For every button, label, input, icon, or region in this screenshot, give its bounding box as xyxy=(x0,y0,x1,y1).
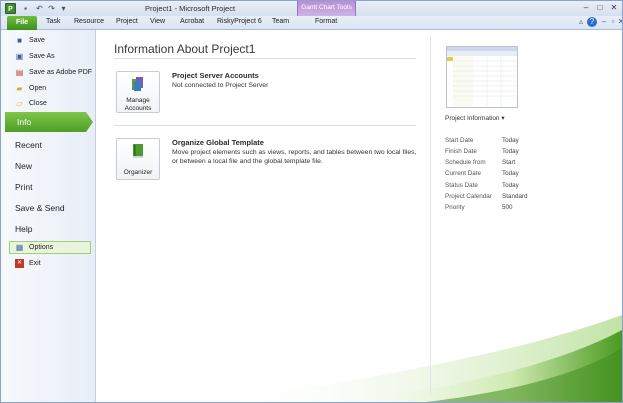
tab-resource[interactable]: Resource xyxy=(74,18,104,25)
window-title: Project1 - Microsoft Project xyxy=(145,4,236,13)
info-pane: Information About Project1 Manage Accoun… xyxy=(96,30,622,402)
redo-icon[interactable]: ↷ xyxy=(46,3,57,14)
prop-value-finish-date[interactable]: Today xyxy=(502,148,519,155)
tab-format[interactable]: Format xyxy=(315,18,337,25)
prop-label-project-calendar: Project Calendar xyxy=(445,193,492,200)
minimize-ribbon-icon[interactable]: ▵ xyxy=(576,17,586,27)
undo-icon[interactable]: ↶ xyxy=(34,3,45,14)
nav-tab-print[interactable]: Print xyxy=(15,182,32,192)
exit-icon: ✕ xyxy=(15,259,24,268)
title-divider xyxy=(114,58,416,59)
exit-command-label: Exit xyxy=(29,260,41,267)
save-as-pdf-label: Save as Adobe PDF xyxy=(29,69,93,76)
open-folder-icon: ▰ xyxy=(16,84,23,93)
prop-label-current-date: Current Date xyxy=(445,170,482,177)
options-command[interactable]: ▦ Options xyxy=(15,241,93,255)
options-icon: ▦ xyxy=(15,243,24,252)
nav-tab-info[interactable]: Info xyxy=(5,112,93,132)
close-command[interactable]: ▱ Close xyxy=(15,97,93,111)
gantt-preview-image xyxy=(447,47,517,107)
organizer-icon xyxy=(133,144,143,158)
manage-accounts-button[interactable]: Manage Accounts xyxy=(116,71,160,113)
prop-value-status-date[interactable]: Today xyxy=(502,182,519,189)
close-window-icon[interactable]: ✕ xyxy=(607,3,621,13)
help-icon[interactable]: ? xyxy=(587,17,597,27)
organizer-label: Organizer xyxy=(123,169,153,176)
customize-toolbar-icon[interactable]: ▾ xyxy=(58,3,69,14)
application-window: P ▪ ↶ ↷ ▾ Project1 - Microsoft Project –… xyxy=(0,0,623,403)
options-command-label: Options xyxy=(29,244,54,251)
project-information-label: Project Information xyxy=(445,115,500,122)
pdf-icon: ▤ xyxy=(15,68,24,77)
prop-label-schedule-from: Schedule from xyxy=(445,159,486,166)
organizer-button[interactable]: Organizer xyxy=(116,138,160,180)
manage-accounts-label: Manage Accounts xyxy=(124,97,152,112)
chevron-down-icon: ▾ xyxy=(501,115,505,122)
close-folder-icon: ▱ xyxy=(16,99,23,108)
tab-file[interactable]: File xyxy=(7,16,37,30)
save-as-pdf-command[interactable]: ▤ Save as Adobe PDF xyxy=(15,66,93,80)
project-information-dropdown[interactable]: Project Information ▾ xyxy=(445,114,505,122)
save-as-icon: ▣ xyxy=(15,52,24,61)
nav-tab-save-send[interactable]: Save & Send xyxy=(15,203,65,213)
accounts-icon xyxy=(132,77,143,91)
tab-task[interactable]: Task xyxy=(46,18,60,25)
server-accounts-status: Not connected to Project Server xyxy=(172,82,269,89)
save-as-command-label: Save As xyxy=(29,53,55,60)
tab-riskyproject[interactable]: RiskyProject 6 xyxy=(217,18,262,25)
global-template-description: Move project elements such as views, rep… xyxy=(172,149,417,165)
backstage-nav: ■ Save ▣ Save As ▤ Save as Adobe PDF ▰ O… xyxy=(1,30,96,402)
pane-divider xyxy=(430,36,431,396)
save-command[interactable]: ■ Save xyxy=(15,34,93,48)
server-accounts-heading: Project Server Accounts xyxy=(172,71,259,80)
save-command-label: Save xyxy=(29,37,45,44)
prop-value-project-calendar[interactable]: Standard xyxy=(502,193,528,200)
project-thumbnail xyxy=(446,46,518,108)
project-app-icon[interactable]: P xyxy=(5,3,16,14)
section-divider xyxy=(114,125,416,126)
tab-view[interactable]: View xyxy=(150,18,165,25)
page-title: Information About Project1 xyxy=(114,42,256,56)
prop-value-start-date[interactable]: Today xyxy=(502,137,519,144)
global-template-heading: Organize Global Template xyxy=(172,138,264,147)
tab-team[interactable]: Team xyxy=(272,18,289,25)
maximize-icon[interactable]: □ xyxy=(593,3,607,13)
nav-tab-recent[interactable]: Recent xyxy=(15,140,42,150)
prop-label-status-date: Status Date xyxy=(445,182,478,189)
prop-value-priority[interactable]: 500 xyxy=(502,204,513,211)
tab-project[interactable]: Project xyxy=(116,18,138,25)
prop-label-start-date: Start Date xyxy=(445,137,474,144)
ribbon-tab-bar: Task Resource Project View Acrobat Risky… xyxy=(1,16,622,30)
close-command-label: Close xyxy=(29,100,47,107)
open-command[interactable]: ▰ Open xyxy=(15,82,93,96)
prop-value-schedule-from[interactable]: Start xyxy=(502,159,515,166)
open-command-label: Open xyxy=(29,85,47,92)
prop-value-current-date[interactable]: Today xyxy=(502,170,519,177)
tab-acrobat[interactable]: Acrobat xyxy=(180,18,204,25)
nav-tab-info-label: Info xyxy=(17,117,32,127)
exit-command[interactable]: ✕ Exit xyxy=(15,257,93,271)
quick-save-icon[interactable]: ▪ xyxy=(20,3,31,14)
minimize-icon[interactable]: – xyxy=(579,3,593,13)
contextual-group-label: Gantt Chart Tools xyxy=(301,4,352,11)
save-icon: ■ xyxy=(17,36,22,45)
prop-label-finish-date: Finish Date xyxy=(445,148,477,155)
nav-tab-new[interactable]: New xyxy=(15,161,32,171)
prop-label-priority: Priority xyxy=(445,204,465,211)
save-as-command[interactable]: ▣ Save As xyxy=(15,50,93,64)
doc-close-icon[interactable]: ✕ xyxy=(616,17,622,27)
nav-tab-help[interactable]: Help xyxy=(15,224,32,234)
